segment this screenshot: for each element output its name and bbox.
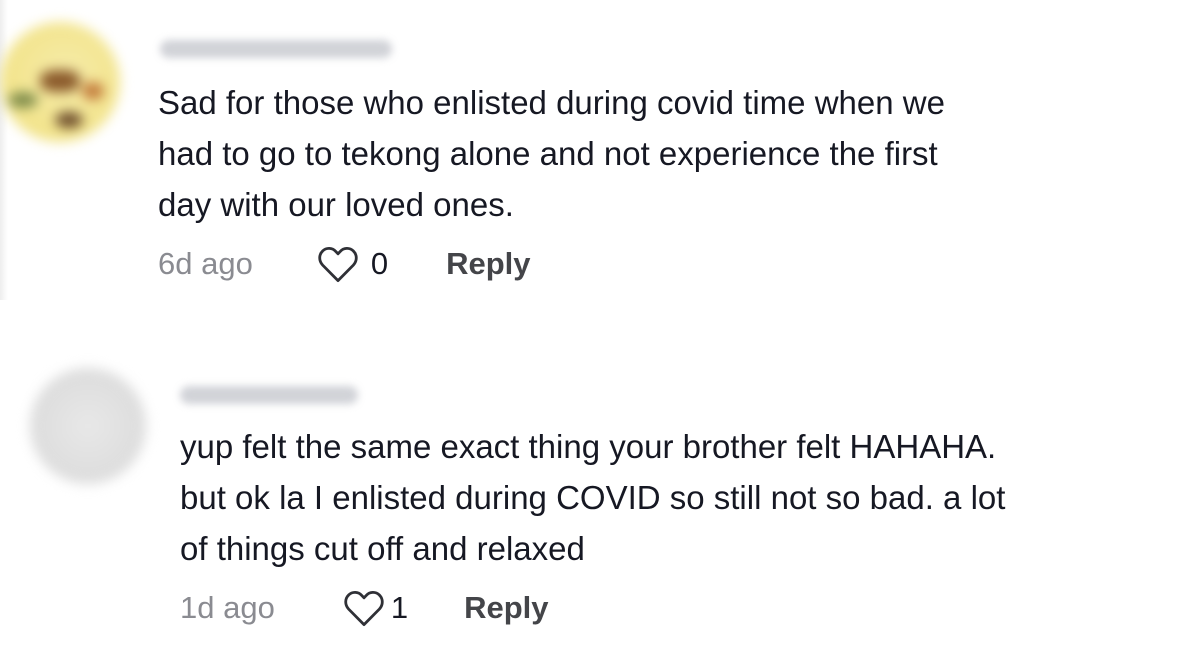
heart-outline-icon: [318, 247, 358, 283]
reply-button[interactable]: Reply: [464, 590, 548, 626]
comment-actions: 1d ago 1 Reply: [180, 588, 549, 628]
like-count: 0: [370, 246, 389, 281]
heart-outline-icon: [344, 591, 384, 627]
comment-timestamp: 1d ago: [180, 590, 275, 625]
comment-text: yup felt the same exact thing your broth…: [180, 428, 1006, 567]
comment-thread: Sad for those who enlisted during covid …: [0, 0, 1200, 650]
comment-text: Sad for those who enlisted during covid …: [158, 84, 945, 223]
username-blurred[interactable]: [180, 386, 358, 404]
username-blurred[interactable]: [160, 40, 392, 58]
like-count: 1: [390, 590, 409, 625]
like-button[interactable]: 1: [343, 588, 408, 628]
comment-actions: 6d ago 0 Reply: [158, 244, 531, 284]
comment-timestamp: 6d ago: [158, 246, 253, 281]
comment-item: Sad for those who enlisted during covid …: [0, 0, 1200, 310]
avatar[interactable]: [30, 368, 146, 484]
like-button[interactable]: 0: [317, 244, 388, 284]
avatar[interactable]: [0, 22, 120, 142]
reply-button[interactable]: Reply: [446, 246, 530, 282]
